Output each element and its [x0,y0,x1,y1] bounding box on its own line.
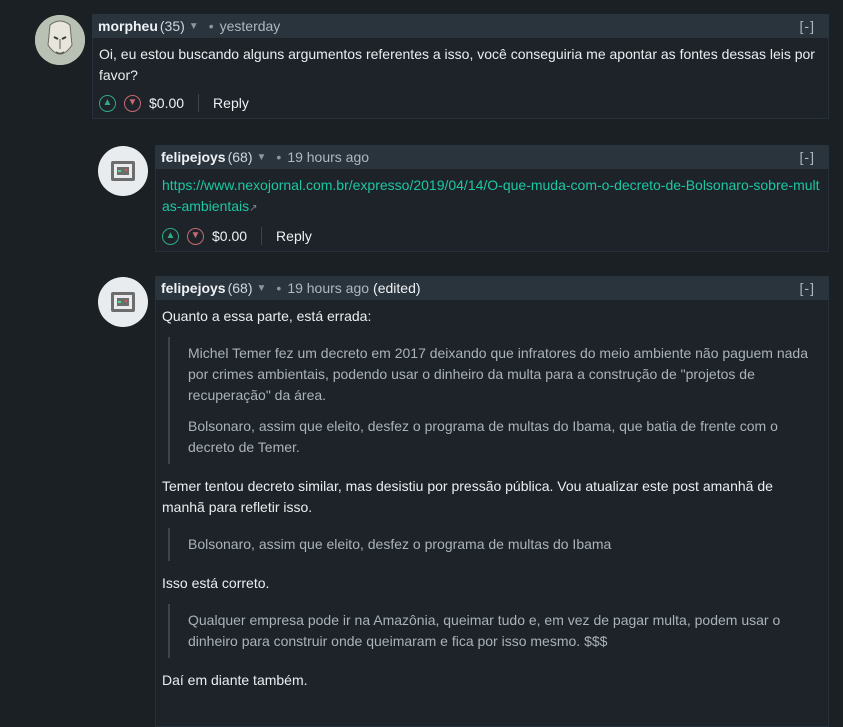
timestamp[interactable]: 19 hours ago [287,280,369,296]
comment-footer: ▲ ▼ $0.00 Reply [162,221,822,251]
author-name[interactable]: morpheu [98,18,158,34]
reply-button[interactable]: Reply [276,226,312,247]
article-link[interactable]: https://www.nexojornal.com.br/expresso/2… [162,177,820,214]
comment-header: felipejoys (68) ▼ • 19 hours ago (edited… [155,276,829,300]
blockquote: Michel Temer fez um decreto em 2017 deix… [168,337,814,464]
comment-footer: ▲ ▼ $0.00 Reply [99,88,822,118]
reply-button[interactable]: Reply [213,93,249,114]
comment: felipejoys (68) ▼ • 19 hours ago [-] htt… [155,145,829,252]
collapse-button[interactable]: [-] [800,18,815,34]
quote-text: Qualquer empresa pode ir na Amazônia, qu… [188,612,781,649]
upvote-icon[interactable]: ▲ [162,227,179,245]
blockquote: Qualquer empresa pode ir na Amazônia, qu… [168,604,814,658]
collapse-button[interactable]: [-] [800,149,815,165]
author-name[interactable]: felipejoys [161,280,226,296]
upvote-icon[interactable]: ▲ [99,94,116,112]
chevron-down-icon[interactable]: ▼ [257,152,267,163]
chevron-down-icon[interactable]: ▼ [189,21,199,32]
comment-text: Oi, eu estou buscando alguns argumentos … [99,46,815,83]
downvote-icon[interactable]: ▼ [187,227,204,245]
reputation: (68) [227,280,253,296]
blockquote: Bolsonaro, assim que eleito, desfez o pr… [168,528,814,561]
comment-header: morpheu (35) ▼ • yesterday [-] [92,14,829,38]
chevron-down-icon[interactable]: ▼ [257,283,267,294]
separator-dot: • [276,149,282,165]
comment-body: https://www.nexojornal.com.br/expresso/2… [155,169,829,252]
separator-dot: • [276,280,282,296]
downvote-icon[interactable]: ▼ [124,94,141,112]
comment-text: https://www.nexojornal.com.br/expresso/2… [162,175,822,219]
avatar[interactable] [35,15,85,65]
payout-amount[interactable]: $0.00 [149,93,184,114]
reputation: (35) [159,18,185,34]
external-link-icon: ↗ [249,203,258,214]
divider [261,227,263,245]
divider [198,94,200,112]
paragraph: Isso está correto. [162,575,270,591]
author-name[interactable]: felipejoys [161,149,226,165]
quote-text: Bolsonaro, assim que eleito, desfez o pr… [188,536,612,552]
quote-text: Bolsonaro, assim que eleito, desfez o pr… [188,418,778,455]
comment-body: Oi, eu estou buscando alguns argumentos … [92,38,829,119]
separator-dot: • [208,18,214,34]
comment: felipejoys (68) ▼ • 19 hours ago (edited… [155,276,829,727]
payout-amount[interactable]: $0.00 [212,226,247,247]
paragraph: Temer tentou decreto similar, mas desist… [162,478,773,515]
timestamp[interactable]: yesterday [220,18,281,34]
avatar[interactable] [98,146,148,196]
paragraph: Quanto a essa parte, está errada: [162,308,372,324]
timestamp[interactable]: 19 hours ago [287,149,369,165]
edited-label: (edited) [373,280,421,296]
paragraph: Daí em diante também. [162,672,308,688]
comment-header: felipejoys (68) ▼ • 19 hours ago [-] [155,145,829,169]
comment-body: Quanto a essa parte, está errada: Michel… [155,300,829,727]
collapse-button[interactable]: [-] [800,280,815,296]
avatar[interactable] [98,277,148,327]
comment: morpheu (35) ▼ • yesterday [-] Oi, eu es… [92,14,829,119]
reputation: (68) [227,149,253,165]
quote-text: Michel Temer fez um decreto em 2017 deix… [188,345,809,403]
